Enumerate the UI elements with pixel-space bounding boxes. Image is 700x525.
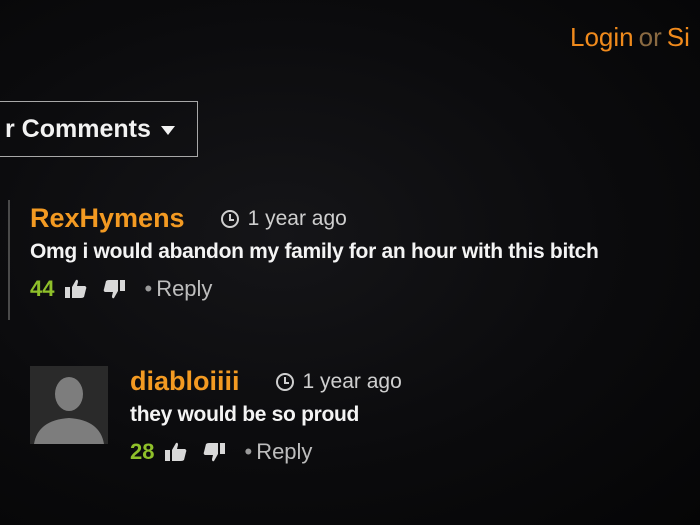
comments-sort-dropdown[interactable]: r Comments xyxy=(0,101,198,157)
clock-icon xyxy=(220,209,239,228)
thumbs-up-icon[interactable] xyxy=(164,441,188,463)
comment-username[interactable]: RexHymens xyxy=(30,203,185,234)
comment-timestamp: 1 year ago xyxy=(275,369,402,394)
chevron-down-icon xyxy=(160,126,175,135)
sort-dropdown-label: r Comments xyxy=(5,114,151,143)
comment-time-text: 1 year ago xyxy=(247,206,347,230)
like-count: 44 xyxy=(30,276,55,301)
like-count: 28 xyxy=(130,439,155,464)
thumbs-down-icon[interactable] xyxy=(102,278,126,300)
comment-actions: 28 • Reply xyxy=(130,439,402,465)
reply-button[interactable]: Reply xyxy=(156,276,212,302)
comment-header: RexHymens 1 year ago xyxy=(30,203,599,234)
clock-icon xyxy=(275,372,294,391)
separator-bullet: • xyxy=(244,439,253,464)
comment-time-text: 1 year ago xyxy=(302,369,402,393)
signup-link[interactable]: Si xyxy=(667,22,690,52)
thumbs-up-icon[interactable] xyxy=(64,278,88,300)
comment: RexHymens 1 year ago Omg i would abandon… xyxy=(30,203,599,302)
login-link[interactable]: Login xyxy=(570,22,634,52)
comment-username[interactable]: diabloiiii xyxy=(130,366,240,397)
or-text: or xyxy=(638,22,662,52)
comment-text: Omg i would abandon my family for an hou… xyxy=(30,240,599,263)
avatar[interactable] xyxy=(30,366,108,444)
comment-header: diabloiiii 1 year ago xyxy=(130,366,402,397)
comment-timestamp: 1 year ago xyxy=(220,206,347,231)
auth-links: Login or Si xyxy=(570,22,690,53)
comment-actions: 44 • Reply xyxy=(30,276,599,302)
separator-bullet: • xyxy=(144,276,153,301)
comment-text: they would be so proud xyxy=(130,403,360,426)
comment-thread-border xyxy=(0,200,10,320)
comment-content: diabloiiii 1 year ago they would be so p… xyxy=(130,366,402,465)
reply-button[interactable]: Reply xyxy=(256,439,312,465)
thumbs-down-icon[interactable] xyxy=(202,441,226,463)
